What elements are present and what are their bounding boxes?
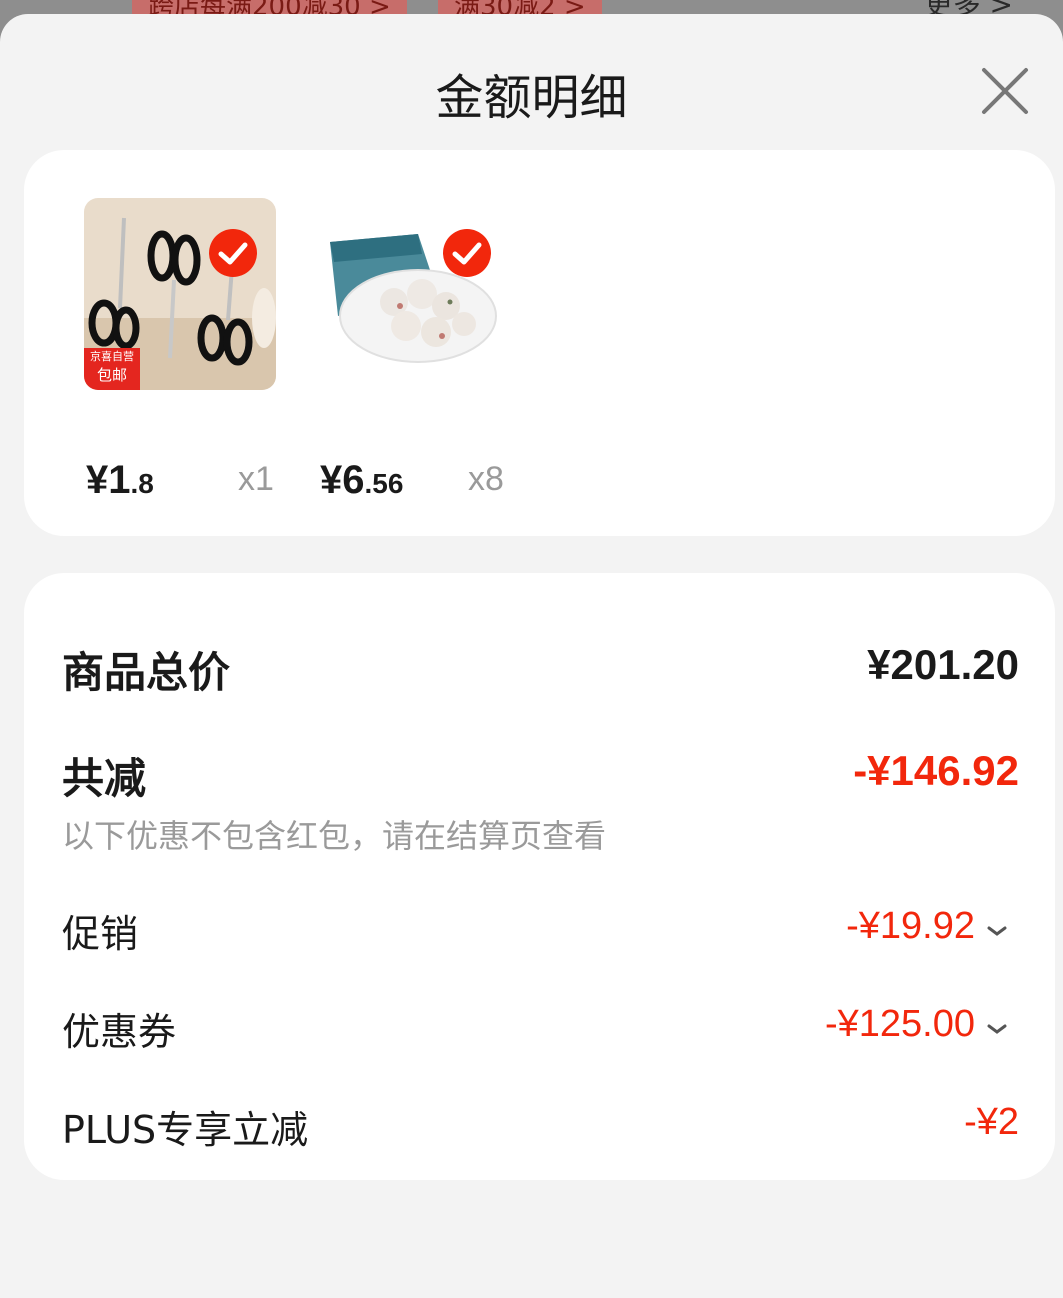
product-price: ¥1.8 [86,458,154,502]
scissors-product-image[interactable]: 京喜自营 包邮 [84,198,276,390]
shrimp-balls-product-image[interactable] [318,198,510,390]
check-icon[interactable] [442,228,492,278]
coupon-label: 优惠券 [62,1010,177,1054]
total-discount-label: 共减 [62,754,147,803]
promotion-label: 促销 [62,912,139,956]
total-discount-value: -¥146.92 [853,747,1019,794]
sheet-title: 金额明细 [435,70,628,126]
product-price: ¥6.56 [320,458,404,502]
promotion-value[interactable]: -¥19.92 [846,905,975,948]
products-card: 京喜自营 包邮 ¥1.8 x1 ¥6.56 x8 [24,150,1055,536]
summary-card: 商品总价 ¥201.20 共减 -¥146.92 以下优惠不包含红包，请在结算页… [24,573,1055,1180]
total-price-value: ¥201.20 [867,641,1019,688]
total-price-label: 商品总价 [62,648,231,697]
check-icon[interactable] [208,228,258,278]
coupon-value[interactable]: -¥125.00 [825,1003,975,1046]
close-icon[interactable] [978,64,1032,118]
chevron-down-icon[interactable] [986,923,1008,937]
free-shipping-badge: 包邮 [96,366,127,384]
plus-discount-value: -¥2 [964,1101,1019,1143]
plus-discount-label: PLUS专享立减 [62,1108,309,1152]
chevron-down-icon[interactable] [986,1021,1008,1035]
discount-note: 以下优惠不包含红包，请在结算页查看 [62,817,607,855]
product-quantity: x8 [468,460,504,498]
self-operated-badge: 京喜自营 [90,350,134,363]
product-quantity: x1 [238,460,274,498]
